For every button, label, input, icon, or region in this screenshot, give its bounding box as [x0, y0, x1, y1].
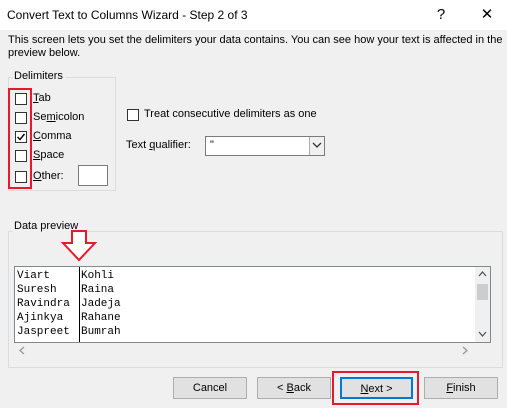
preview-row: Jaspreet Bumrah	[17, 325, 121, 339]
scroll-down-icon[interactable]	[478, 331, 487, 337]
space-label: Space	[33, 149, 65, 161]
comma-label: Comma	[33, 130, 72, 142]
text-qualifier-value: "	[210, 139, 214, 151]
horizontal-scrollbar[interactable]	[14, 343, 476, 358]
preview-row: Ravindra Jadeja	[17, 297, 121, 311]
preview-row: Suresh Raina	[17, 283, 114, 297]
consecutive-delimiters-checkbox[interactable]	[127, 109, 139, 121]
other-delimiter-input[interactable]	[78, 165, 108, 186]
preview-cell-last: Kohli	[81, 270, 115, 282]
chevron-down-icon	[312, 142, 322, 148]
preview-cell-first: Suresh	[17, 284, 57, 296]
arrow-down-icon	[60, 230, 98, 262]
consecutive-delimiters-label: Treat consecutive delimiters as one	[144, 108, 317, 120]
help-button[interactable]: ?	[424, 0, 458, 30]
close-button[interactable]: ✕	[470, 0, 504, 30]
tab-label: Tab	[33, 92, 51, 104]
text-qualifier-label: Text qualifier:	[126, 139, 191, 151]
preview-cell-last: Jadeja	[81, 298, 121, 310]
column-break-line[interactable]	[79, 267, 80, 342]
scroll-left-icon[interactable]	[19, 346, 25, 355]
scroll-thumb[interactable]	[477, 284, 488, 300]
window-title: Convert Text to Columns Wizard - Step 2 …	[7, 8, 248, 22]
finish-button[interactable]: Finish	[424, 377, 498, 399]
preview-cell-last: Raina	[81, 284, 115, 296]
cancel-button[interactable]: Cancel	[173, 377, 247, 399]
preview-cell-last: Rahane	[81, 312, 121, 324]
preview-cell-first: Ajinkya	[17, 312, 64, 324]
dropdown-button[interactable]	[309, 137, 324, 155]
preview-cell-last: Bumrah	[81, 326, 121, 338]
preview-cell-first: Ravindra	[17, 298, 70, 310]
preview-row: Ajinkya Rahane	[17, 311, 121, 325]
vertical-scrollbar[interactable]	[475, 267, 490, 342]
data-preview-pane[interactable]: Viart Kohli Suresh Raina Ravindra Jadeja Ajink…	[14, 266, 491, 343]
preview-cell-first: Jaspreet	[17, 326, 70, 338]
checkbox-highlight-box	[8, 88, 32, 189]
next-button[interactable]: Next >	[340, 377, 413, 399]
preview-row: Viart Kohli	[17, 269, 114, 283]
scroll-right-icon[interactable]	[462, 346, 468, 355]
delimiters-group-label: Delimiters	[12, 70, 65, 82]
semicolon-label: Semicolon	[33, 111, 85, 123]
preview-cell-first: Viart	[17, 270, 51, 282]
other-label: Other:	[33, 170, 64, 182]
wizard-description: This screen lets you set the delimiters …	[8, 34, 503, 59]
scroll-up-icon[interactable]	[478, 271, 487, 277]
text-qualifier-select[interactable]: "	[205, 136, 325, 156]
back-button[interactable]: < Back	[257, 377, 331, 399]
